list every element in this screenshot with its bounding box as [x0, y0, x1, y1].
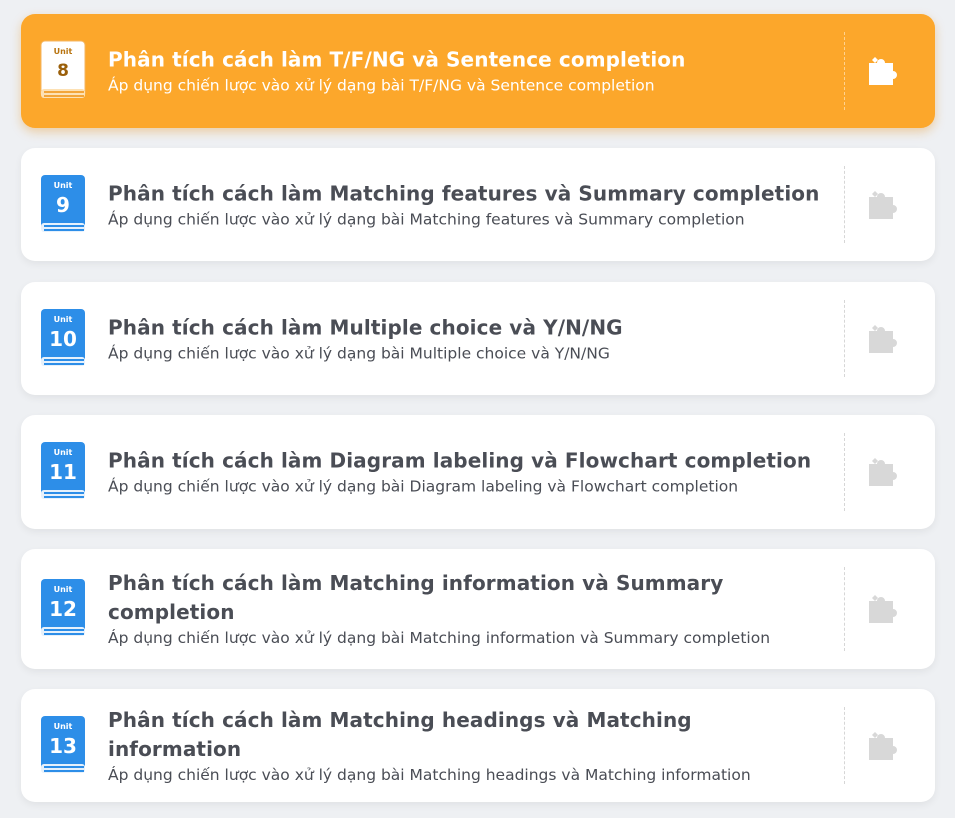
card-divider	[844, 300, 845, 377]
puzzle-piece-icon[interactable]	[864, 729, 898, 763]
unit-number: 9	[56, 192, 70, 217]
unit-book-icon: Unit 10	[40, 307, 88, 371]
unit-book-icon: Unit 12	[40, 577, 88, 641]
unit-label: Unit	[53, 448, 73, 457]
card-divider	[844, 567, 845, 651]
unit-title: Phân tích cách làm Matching information …	[108, 571, 724, 624]
unit-card-8[interactable]: Unit 8 Phân tích cách làm T/F/NG và Sent…	[21, 14, 935, 128]
unit-title: Phân tích cách làm Matching features và …	[108, 181, 820, 205]
puzzle-piece-icon[interactable]	[864, 322, 898, 356]
unit-book-icon: Unit 11	[40, 440, 88, 504]
unit-card-9[interactable]: Unit 9 Phân tích cách làm Matching featu…	[21, 148, 935, 261]
unit-title: Phân tích cách làm T/F/NG và Sentence co…	[108, 47, 686, 72]
unit-label: Unit	[53, 180, 73, 190]
card-divider	[844, 707, 845, 784]
unit-label: Unit	[53, 585, 73, 594]
unit-description: Áp dụng chiến lược vào xử lý dạng bài Ma…	[108, 210, 745, 228]
unit-title: Phân tích cách làm Diagram labeling và F…	[108, 448, 812, 473]
card-divider	[844, 32, 845, 110]
puzzle-piece-icon[interactable]	[864, 54, 898, 88]
unit-number: 12	[49, 597, 77, 621]
unit-number: 13	[49, 733, 77, 758]
unit-book-icon: Unit 8	[40, 39, 88, 103]
unit-label: Unit	[53, 47, 73, 56]
card-divider	[844, 166, 845, 243]
unit-description: Áp dụng chiến lược vào xử lý dạng bài Ma…	[108, 765, 751, 784]
card-divider	[844, 433, 845, 511]
unit-description: Áp dụng chiến lược vào xử lý dạng bài Di…	[108, 477, 739, 496]
unit-card-13[interactable]: Unit 13 Phân tích cách làm Matching head…	[21, 689, 935, 802]
unit-list: Unit 8 Phân tích cách làm T/F/NG và Sent…	[0, 0, 955, 818]
unit-number: 11	[49, 460, 77, 484]
unit-description: Áp dụng chiến lược vào xử lý dạng bài Ma…	[108, 629, 771, 647]
unit-title: Phân tích cách làm Matching headings và …	[108, 707, 692, 761]
unit-number: 8	[57, 61, 69, 81]
unit-card-10[interactable]: Unit 10 Phân tích cách làm Multiple choi…	[21, 282, 935, 395]
unit-label: Unit	[53, 314, 73, 324]
unit-book-icon: Unit 13	[40, 714, 88, 778]
puzzle-piece-icon[interactable]	[864, 188, 898, 222]
unit-label: Unit	[53, 721, 73, 731]
unit-card-12[interactable]: Unit 12 Phân tích cách làm Matching info…	[21, 549, 935, 669]
unit-title: Phân tích cách làm Multiple choice và Y/…	[108, 315, 623, 339]
puzzle-piece-icon[interactable]	[864, 592, 898, 626]
puzzle-piece-icon[interactable]	[864, 455, 898, 489]
unit-book-icon: Unit 9	[40, 173, 88, 237]
unit-number: 10	[49, 326, 77, 351]
unit-description: Áp dụng chiến lược vào xử lý dạng bài T/…	[108, 76, 655, 95]
unit-description: Áp dụng chiến lược vào xử lý dạng bài Mu…	[108, 344, 610, 362]
unit-card-11[interactable]: Unit 11 Phân tích cách làm Diagram label…	[21, 415, 935, 529]
